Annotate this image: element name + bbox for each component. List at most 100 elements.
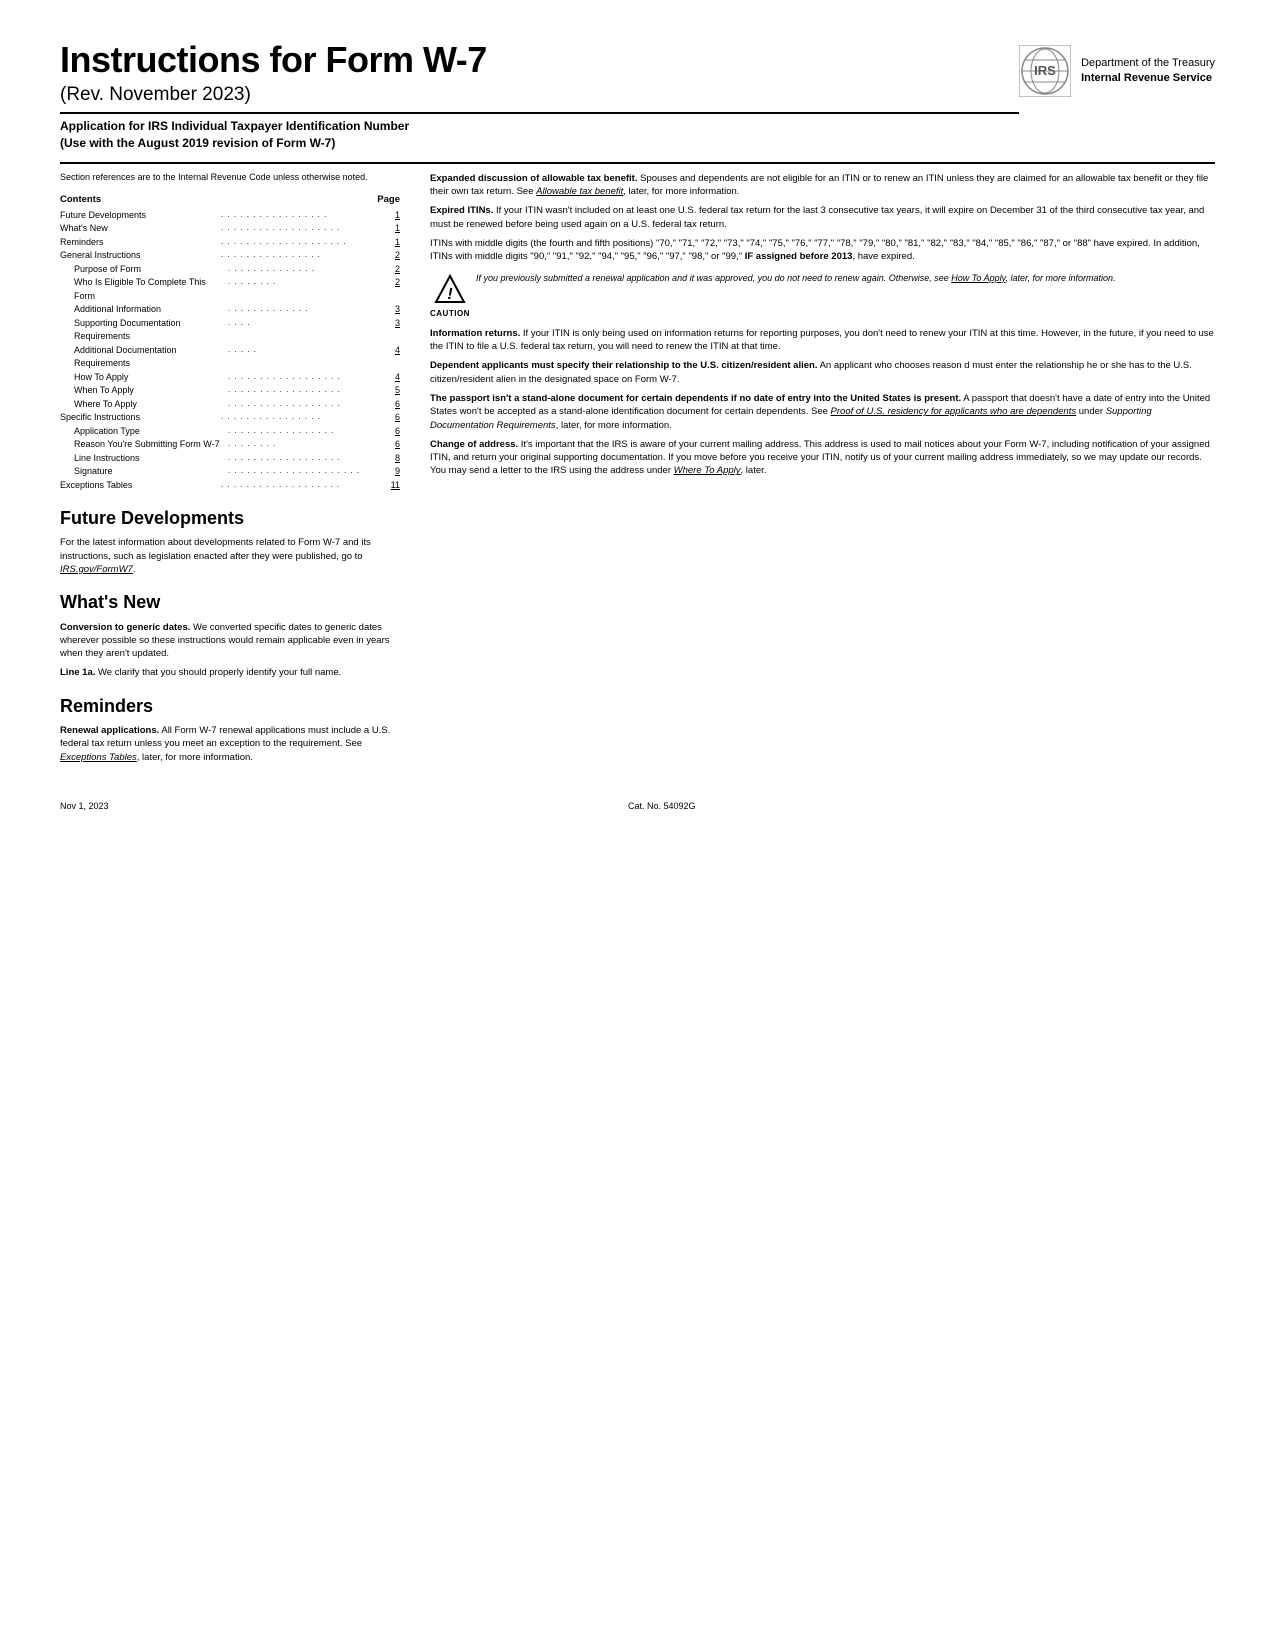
toc-label: Additional Documentation Requirements	[74, 344, 226, 371]
toc-label: Application Type	[74, 425, 226, 439]
right-para1-bold: Expanded discussion of allowable tax ben…	[430, 173, 637, 184]
svg-text:!: !	[447, 286, 453, 303]
right-para6-bold: The passport isn't a stand-alone documen…	[430, 393, 961, 404]
toc-dots: . . . . . . . . . . . . . . . . . .	[228, 384, 380, 398]
toc-page: 4	[382, 371, 400, 385]
main-title: Instructions for Form W-7	[60, 40, 1019, 80]
toc-page: 6	[382, 438, 400, 452]
reminders-para1-bold: Renewal applications.	[60, 725, 159, 736]
caution-icon: ! CAUTION	[430, 274, 470, 319]
toc-item: Purpose of Form . . . . . . . . . . . . …	[60, 263, 400, 277]
proof-residency-link[interactable]: Proof of U.S. residency for applicants w…	[831, 406, 1077, 417]
toc-label: Specific Instructions	[60, 411, 219, 425]
toc-label: Future Developments	[60, 209, 219, 223]
toc-page: 2	[382, 263, 400, 277]
subtitle-block: Application for IRS Individual Taxpayer …	[60, 112, 1019, 152]
toc-header-page: Page	[377, 193, 400, 206]
exceptions-tables-link[interactable]: Exceptions Tables	[60, 752, 137, 763]
toc-item: Reason You're Submitting Form W-7 . . . …	[60, 438, 400, 452]
toc-page: 8	[382, 452, 400, 466]
toc-page: 1	[382, 209, 400, 223]
toc-page: 5	[382, 384, 400, 398]
toc-label: Reason You're Submitting Form W-7	[74, 438, 226, 452]
toc-page: 11	[382, 479, 400, 493]
toc-label: Exceptions Tables	[60, 479, 219, 493]
toc-label: Additional Information	[74, 303, 226, 317]
toc-item: What's New . . . . . . . . . . . . . . .…	[60, 222, 400, 236]
toc-label: When To Apply	[74, 384, 226, 398]
toc-dots: . . . . . . . . . . . . . . . .	[221, 411, 380, 425]
toc-dots: . . . . . . . . . . . . .	[228, 303, 380, 317]
toc-page: 1	[382, 222, 400, 236]
toc-dots: . . . . . . . . . . . . . . . . . . . . …	[228, 465, 380, 479]
rev-line: (Rev. November 2023)	[60, 82, 1019, 109]
right-para3: ITINs with middle digits (the fourth and…	[430, 237, 1215, 264]
toc-page: 3	[382, 303, 400, 317]
toc-dots: . . . . . . . . . . . . . . . . . . .	[221, 222, 380, 236]
whats-new-para1: Conversion to generic dates. We converte…	[60, 621, 400, 661]
right-para2-text: If your ITIN wasn't included on at least…	[430, 205, 1204, 229]
toc-label: Supporting Documentation Requirements	[74, 317, 226, 344]
toc-page: 1	[382, 236, 400, 250]
toc-item: Additional Information . . . . . . . . .…	[60, 303, 400, 317]
reminders-heading: Reminders	[60, 694, 400, 719]
toc-item: Signature . . . . . . . . . . . . . . . …	[60, 465, 400, 479]
irs-agency-text: Department of the Treasury Internal Reve…	[1081, 56, 1215, 87]
toc-dots: . . . . . . . .	[228, 276, 380, 303]
how-to-apply-caution-link[interactable]: How To Apply	[951, 273, 1005, 283]
irs-gov-link[interactable]: IRS.gov/FormW7	[60, 564, 133, 575]
irs-logo-icon: IRS	[1019, 45, 1071, 97]
toc-page: 4	[382, 344, 400, 371]
right-para4-bold: Information returns.	[430, 328, 520, 339]
toc-dots: . . . . .	[228, 344, 380, 371]
toc-page: 6	[382, 398, 400, 412]
whats-new-para2-text: We clarify that you should properly iden…	[95, 667, 341, 678]
right-column: Expanded discussion of allowable tax ben…	[430, 172, 1215, 770]
right-para7: Change of address. It's important that t…	[430, 438, 1215, 478]
toc-item: Additional Documentation Requirements . …	[60, 344, 400, 371]
right-para2: Expired ITINs. If your ITIN wasn't inclu…	[430, 204, 1215, 231]
toc-page: 2	[382, 276, 400, 303]
toc-item: When To Apply . . . . . . . . . . . . . …	[60, 384, 400, 398]
right-para4: Information returns. If your ITIN is onl…	[430, 327, 1215, 354]
future-developments-body: For the latest information about develop…	[60, 536, 400, 576]
dept-name: Department of the Treasury	[1081, 56, 1215, 71]
toc-dots: . . . . . . . . . . . . . . . . . . .	[221, 479, 380, 493]
toc-page: 9	[382, 465, 400, 479]
left-column: Section references are to the Internal R…	[60, 172, 400, 770]
header-right: IRS Department of the Treasury Internal …	[1019, 45, 1215, 97]
main-divider	[60, 162, 1215, 164]
allowable-tax-benefit-link[interactable]: Allowable tax benefit	[536, 186, 623, 197]
caution-label: CAUTION	[430, 308, 470, 319]
whats-new-para2-bold: Line 1a.	[60, 667, 95, 678]
caution-triangle-icon: !	[434, 274, 466, 306]
toc-item: General Instructions . . . . . . . . . .…	[60, 249, 400, 263]
toc-dots: . . . . . . . . . . . . . . . . .	[221, 209, 380, 223]
where-to-apply-link[interactable]: Where To Apply	[674, 465, 741, 476]
toc-item: Who Is Eligible To Complete This Form . …	[60, 276, 400, 303]
right-para6: The passport isn't a stand-alone documen…	[430, 392, 1215, 432]
right-para5-bold: Dependent applicants must specify their …	[430, 360, 817, 371]
right-para2-bold: Expired ITINs.	[430, 205, 493, 216]
toc-dots: . . . . . . . . . . . . . .	[228, 263, 380, 277]
toc-label: Purpose of Form	[74, 263, 226, 277]
subtitle-line2: (Use with the August 2019 revision of Fo…	[60, 135, 1019, 152]
page-footer: Nov 1, 2023 Cat. No. 54092G	[60, 800, 1215, 813]
svg-text:IRS: IRS	[1034, 63, 1056, 78]
toc-page: 6	[382, 425, 400, 439]
toc-item: Exceptions Tables . . . . . . . . . . . …	[60, 479, 400, 493]
toc-item: How To Apply . . . . . . . . . . . . . .…	[60, 371, 400, 385]
toc-item: Specific Instructions . . . . . . . . . …	[60, 411, 400, 425]
toc-item: Where To Apply . . . . . . . . . . . . .…	[60, 398, 400, 412]
future-developments-heading: Future Developments	[60, 506, 400, 531]
footer-date: Nov 1, 2023	[60, 800, 109, 813]
toc-dots: . . . . . . . . . . . . . . . . . .	[228, 398, 380, 412]
reminders-para1: Renewal applications. All Form W-7 renew…	[60, 724, 400, 764]
right-para1: Expanded discussion of allowable tax ben…	[430, 172, 1215, 199]
two-column-layout: Section references are to the Internal R…	[60, 172, 1215, 770]
right-para7-bold: Change of address.	[430, 439, 518, 450]
subtitle-line1: Application for IRS Individual Taxpayer …	[60, 118, 1019, 135]
caution-box: ! CAUTION If you previously submitted a …	[430, 272, 1215, 319]
toc-dots: . . . . . . . . . . . . . . . . . . . .	[221, 236, 380, 250]
caution-text: If you previously submitted a renewal ap…	[476, 272, 1116, 285]
